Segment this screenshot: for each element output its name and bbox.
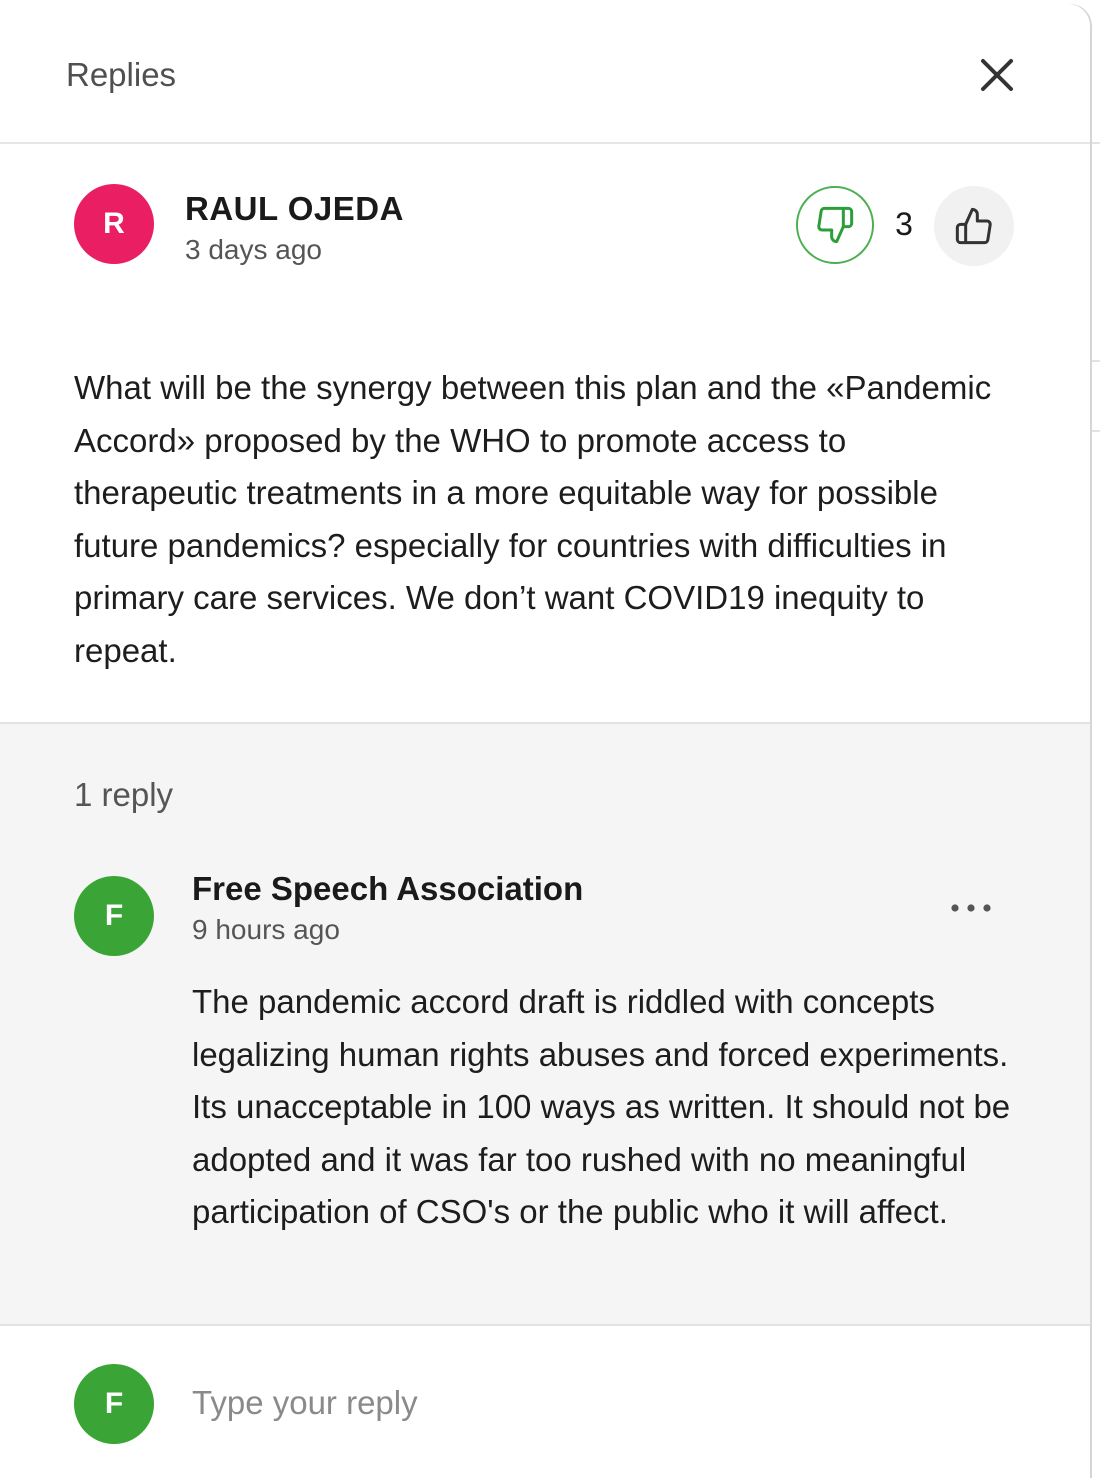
reply-author: Free Speech Association [192,870,584,907]
more-horizontal-icon [951,904,991,912]
reply-composer: F [0,1326,1090,1476]
reply-timestamp: 9 hours ago [192,914,340,945]
avatar: F [74,1364,154,1444]
close-button[interactable] [972,50,1022,100]
replies-section: 1 reply F Free Speech Association 9 hour… [0,724,1090,1326]
reply-count: 1 reply [74,776,174,813]
thumbs-up-button[interactable] [934,186,1014,266]
reply-body: The pandemic accord draft is riddled wit… [192,983,1011,1230]
replies-modal: Replies R RAUL OJEDA 3 days ago 3 What w… [0,4,1090,1478]
modal-title: Replies [66,56,177,93]
main-comment: R RAUL OJEDA 3 days ago 3 What will be t… [0,144,1090,724]
more-options-button[interactable] [944,888,998,928]
thumbs-down-icon [817,206,854,244]
avatar-letter: F [104,899,124,932]
close-icon [981,59,1013,91]
avatar: F [74,876,154,956]
comment-body: What will be the synergy between this pl… [74,369,992,669]
comment-author: RAUL OJEDA [185,190,404,227]
thumbs-down-button[interactable] [796,186,874,264]
thumbs-up-icon [955,207,992,245]
avatar-letter: F [104,1387,124,1420]
comment-timestamp: 3 days ago [185,234,322,265]
avatar-letter: R [103,207,125,240]
modal-header: Replies [0,4,1090,144]
avatar: R [74,184,154,264]
vote-count: 3 [895,206,913,242]
reply-input[interactable] [192,1378,992,1428]
